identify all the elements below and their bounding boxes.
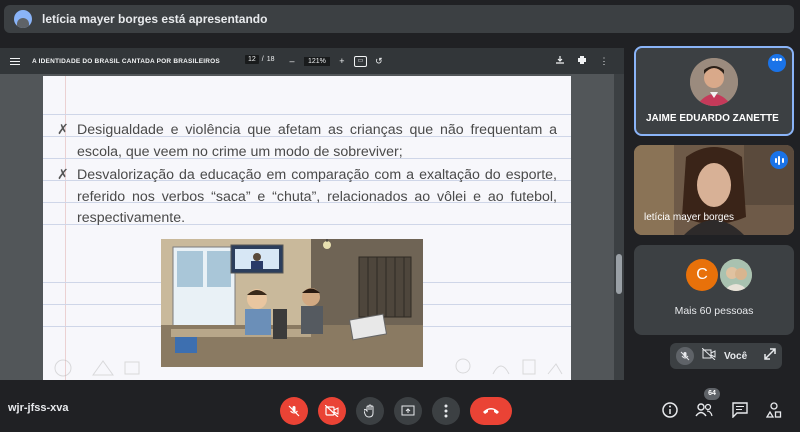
mic-off-icon: [676, 347, 694, 365]
pdf-title: A IDENTIDADE DO BRASIL CANTADA POR BRASI…: [32, 57, 220, 65]
more-options-button[interactable]: [432, 397, 460, 425]
people-icon: [695, 403, 713, 417]
participant-avatar: C: [686, 259, 718, 291]
rotate-icon[interactable]: ↺: [373, 55, 385, 67]
chat-button[interactable]: [730, 400, 750, 420]
pdf-page: ✗ Desigualdade e violência que afetam as…: [43, 76, 571, 380]
mic-off-icon: [288, 405, 300, 417]
slide-bullet: ✗ Desvalorização da educação em comparaç…: [57, 165, 557, 230]
zoom-controls: – 121% + ▭ ↺: [286, 55, 385, 67]
camera-off-icon: [325, 405, 339, 417]
hand-icon: [364, 404, 374, 418]
info-icon: [662, 402, 678, 418]
shared-screen: A IDENTIDADE DO BRASIL CANTADA POR BRASI…: [0, 48, 624, 380]
more-participants-label: Mais 60 pessoas: [674, 305, 754, 317]
meeting-code: wjr-jfss-xva: [8, 402, 69, 414]
participant-tile-jaime[interactable]: ••• JAIME EDUARDO ZANETTE: [634, 46, 794, 136]
bullet-text: Desigualdade e violência que afetam as c…: [77, 122, 557, 160]
zoom-level-input[interactable]: 121%: [304, 56, 330, 66]
more-options-button[interactable]: •••: [768, 54, 786, 72]
speaking-indicator-icon: [770, 151, 788, 169]
participant-tile-leticia[interactable]: letícia mayer borges: [634, 145, 794, 235]
page-total: 18: [266, 56, 275, 63]
page-number-input[interactable]: 12: [245, 55, 259, 64]
presenter-avatar: [14, 10, 32, 28]
presenting-label: letícia mayer borges está apresentando: [42, 12, 268, 26]
participant-name: JAIME EDUARDO ZANETTE: [646, 113, 779, 124]
present-screen-button[interactable]: [394, 397, 422, 425]
bullet-text: Desvalorização da educação em comparação…: [77, 167, 557, 226]
slide-bullet: ✗ Desigualdade e violência que afetam as…: [57, 120, 557, 163]
page-separator: /: [261, 56, 264, 63]
cross-mark-icon: ✗: [57, 122, 69, 138]
ruled-line: [43, 114, 571, 115]
zoom-in-button[interactable]: +: [336, 55, 348, 67]
more-participants-tile[interactable]: C Mais 60 pessoas: [634, 245, 794, 335]
pdf-scrollbar[interactable]: [614, 74, 624, 380]
bottom-control-bar: wjr-jfss-xva: [0, 384, 800, 432]
present-icon: [401, 405, 415, 416]
expand-icon[interactable]: [764, 347, 776, 365]
pdf-toolbar: A IDENTIDADE DO BRASIL CANTADA POR BRASI…: [0, 48, 624, 74]
leave-call-button[interactable]: [470, 397, 512, 425]
presenting-banner: letícia mayer borges está apresentando: [4, 5, 794, 33]
page-indicator: 12 / 18: [245, 55, 275, 64]
fit-page-icon[interactable]: ▭: [353, 55, 367, 67]
chat-icon: [732, 402, 748, 418]
raise-hand-button[interactable]: [356, 397, 384, 425]
slide-bullet-list: ✗ Desigualdade e violência que afetam as…: [57, 120, 557, 232]
self-view-bar[interactable]: Você: [670, 343, 782, 369]
toggle-camera-button[interactable]: [318, 397, 346, 425]
print-icon[interactable]: [576, 55, 588, 67]
scrollbar-thumb[interactable]: [616, 254, 622, 294]
participant-avatar: [690, 58, 738, 106]
hamburger-menu-icon[interactable]: [10, 57, 20, 65]
more-vert-icon: [444, 404, 448, 418]
activities-button[interactable]: [764, 400, 784, 420]
pdf-actions: ⋮: [554, 55, 610, 67]
more-vert-icon[interactable]: ⋮: [598, 55, 610, 67]
more-participants-avatars: C: [686, 259, 752, 291]
camera-off-icon: [701, 347, 716, 365]
zoom-out-button[interactable]: –: [286, 55, 298, 67]
meeting-details-button[interactable]: [660, 400, 680, 420]
cross-mark-icon: ✗: [57, 167, 69, 183]
download-icon[interactable]: [554, 55, 566, 67]
people-count-badge: 64: [704, 388, 720, 400]
toggle-mic-button[interactable]: [280, 397, 308, 425]
participant-avatar: [720, 259, 752, 291]
hang-up-icon: [483, 408, 499, 414]
activities-icon: [766, 402, 782, 418]
comic-illustration: [161, 239, 423, 367]
self-label: Você: [724, 350, 748, 362]
participant-name: letícia mayer borges: [644, 212, 735, 223]
participants-button[interactable]: [694, 400, 714, 420]
